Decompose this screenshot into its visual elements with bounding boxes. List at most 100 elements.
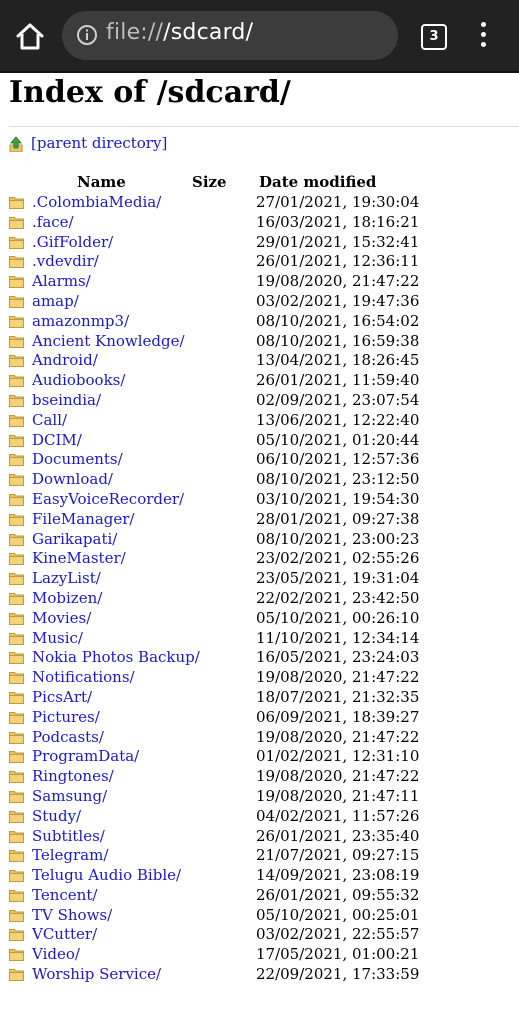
- list-item: Ringtones/19/08/2020, 21:47:22: [9, 767, 519, 787]
- tab-switcher-button[interactable]: 3: [421, 24, 447, 50]
- folder-link[interactable]: PicsArt/: [32, 688, 92, 706]
- info-icon[interactable]: [76, 24, 98, 46]
- folder-icon: [9, 355, 24, 368]
- folder-icon: [9, 889, 24, 902]
- column-header-name[interactable]: Name: [77, 173, 126, 191]
- column-header-date[interactable]: Date modified: [259, 173, 376, 191]
- date-modified: 06/10/2021, 12:57:36: [256, 450, 420, 469]
- folder-link[interactable]: Mobizen/: [32, 589, 102, 607]
- folder-icon: [9, 790, 24, 803]
- folder-icon: [9, 711, 24, 724]
- date-modified: 17/05/2021, 01:00:21: [256, 945, 420, 964]
- date-modified: 11/10/2021, 12:34:14: [256, 628, 420, 647]
- folder-link[interactable]: VCutter/: [32, 925, 97, 943]
- list-item: ProgramData/01/02/2021, 12:31:10: [9, 747, 519, 767]
- home-icon[interactable]: [14, 21, 46, 53]
- date-modified: 02/09/2021, 23:07:54: [256, 390, 420, 409]
- folder-icon: [9, 652, 24, 665]
- folder-link[interactable]: Video/: [32, 945, 80, 963]
- parent-directory-link[interactable]: [parent directory]: [31, 134, 167, 152]
- folder-icon: [9, 810, 24, 823]
- folder-link[interactable]: Ancient Knowledge/: [32, 332, 185, 350]
- folder-link[interactable]: Garikapati/: [32, 530, 117, 548]
- list-item: Notifications/19/08/2020, 21:47:22: [9, 668, 519, 688]
- folder-icon: [9, 236, 24, 249]
- folder-link[interactable]: FileManager/: [32, 510, 135, 528]
- address-bar[interactable]: file:///sdcard/: [62, 11, 398, 60]
- folder-link[interactable]: TV Shows/: [32, 906, 112, 924]
- folder-icon: [9, 909, 24, 922]
- folder-icon: [9, 691, 24, 704]
- list-item: Audiobooks/26/01/2021, 11:59:40: [9, 371, 519, 391]
- folder-link[interactable]: Samsung/: [32, 787, 107, 805]
- url-scheme: file://: [106, 20, 164, 45]
- folder-link[interactable]: bseindia/: [32, 391, 101, 409]
- folder-link[interactable]: Call/: [32, 411, 67, 429]
- folder-link[interactable]: amap/: [32, 292, 79, 310]
- date-modified: 22/09/2021, 17:33:59: [256, 965, 420, 984]
- folder-link[interactable]: EasyVoiceRecorder/: [32, 490, 184, 508]
- folder-icon: [9, 751, 24, 764]
- more-menu-icon[interactable]: [478, 22, 488, 50]
- folder-link[interactable]: Ringtones/: [32, 767, 114, 785]
- folder-icon: [9, 969, 24, 982]
- folder-icon: [9, 573, 24, 586]
- date-modified: 05/10/2021, 00:26:10: [256, 608, 420, 627]
- folder-link[interactable]: Documents/: [32, 450, 123, 468]
- list-item: amazonmp3/08/10/2021, 16:54:02: [9, 312, 519, 332]
- folder-icon: [9, 830, 24, 843]
- folder-icon: [9, 394, 24, 407]
- list-item: Telugu Audio Bible/14/09/2021, 23:08:19: [9, 866, 519, 886]
- folder-link[interactable]: Tencent/: [32, 886, 97, 904]
- list-item: Samsung/19/08/2020, 21:47:11: [9, 787, 519, 807]
- folder-icon: [9, 612, 24, 625]
- list-item: FileManager/28/01/2021, 09:27:38: [9, 510, 519, 530]
- date-modified: 13/04/2021, 18:26:45: [256, 351, 420, 370]
- list-item: bseindia/02/09/2021, 23:07:54: [9, 391, 519, 411]
- list-item: Study/04/02/2021, 11:57:26: [9, 807, 519, 827]
- folder-link[interactable]: DCIM/: [32, 431, 82, 449]
- folder-icon: [9, 870, 24, 883]
- url-text[interactable]: file:///sdcard/: [106, 20, 253, 45]
- folder-link[interactable]: Nokia Photos Backup/: [32, 648, 200, 666]
- folder-icon: [9, 731, 24, 744]
- folder-link[interactable]: amazonmp3/: [32, 312, 129, 330]
- folder-link[interactable]: Audiobooks/: [32, 371, 125, 389]
- folder-link[interactable]: Pictures/: [32, 708, 100, 726]
- folder-link[interactable]: .vdevdir/: [32, 252, 99, 270]
- list-item: .ColombiaMedia/27/01/2021, 19:30:04: [9, 193, 519, 213]
- up-arrow-icon: [9, 136, 23, 152]
- list-item: Mobizen/22/02/2021, 23:42:50: [9, 589, 519, 609]
- divider: [9, 126, 519, 127]
- folder-link[interactable]: Notifications/: [32, 668, 135, 686]
- folder-link[interactable]: KineMaster/: [32, 549, 126, 567]
- folder-link[interactable]: Download/: [32, 470, 113, 488]
- folder-link[interactable]: ProgramData/: [32, 747, 139, 765]
- folder-link[interactable]: .ColombiaMedia/: [32, 193, 161, 211]
- folder-link[interactable]: Telegram/: [32, 846, 108, 864]
- folder-link[interactable]: Alarms/: [32, 272, 91, 290]
- folder-link[interactable]: Subtitles/: [32, 827, 105, 845]
- folder-link[interactable]: Android/: [32, 351, 98, 369]
- column-header-size[interactable]: Size: [192, 173, 227, 191]
- folder-link[interactable]: .face/: [32, 213, 74, 231]
- folder-link[interactable]: Study/: [32, 807, 81, 825]
- folder-icon: [9, 295, 24, 308]
- list-item: Worship Service/22/09/2021, 17:33:59: [9, 965, 519, 985]
- list-item: Tencent/26/01/2021, 09:55:32: [9, 886, 519, 906]
- folder-link[interactable]: Movies/: [32, 609, 91, 627]
- folder-link[interactable]: .GifFolder/: [32, 233, 113, 251]
- date-modified: 28/01/2021, 09:27:38: [256, 509, 420, 528]
- date-modified: 01/02/2021, 12:31:10: [256, 747, 420, 766]
- folder-link[interactable]: Telugu Audio Bible/: [32, 866, 181, 884]
- list-item: Call/13/06/2021, 12:22:40: [9, 411, 519, 431]
- list-item: amap/03/02/2021, 19:47:36: [9, 292, 519, 312]
- folder-link[interactable]: LazyList/: [32, 569, 101, 587]
- folder-link[interactable]: Podcasts/: [32, 728, 104, 746]
- list-item: Pictures/06/09/2021, 18:39:27: [9, 708, 519, 728]
- folder-link[interactable]: Music/: [32, 629, 83, 647]
- date-modified: 29/01/2021, 15:32:41: [256, 232, 420, 251]
- list-item: Nokia Photos Backup/16/05/2021, 23:24:03: [9, 648, 519, 668]
- folder-link[interactable]: Worship Service/: [32, 965, 161, 983]
- date-modified: 08/10/2021, 23:00:23: [256, 529, 420, 548]
